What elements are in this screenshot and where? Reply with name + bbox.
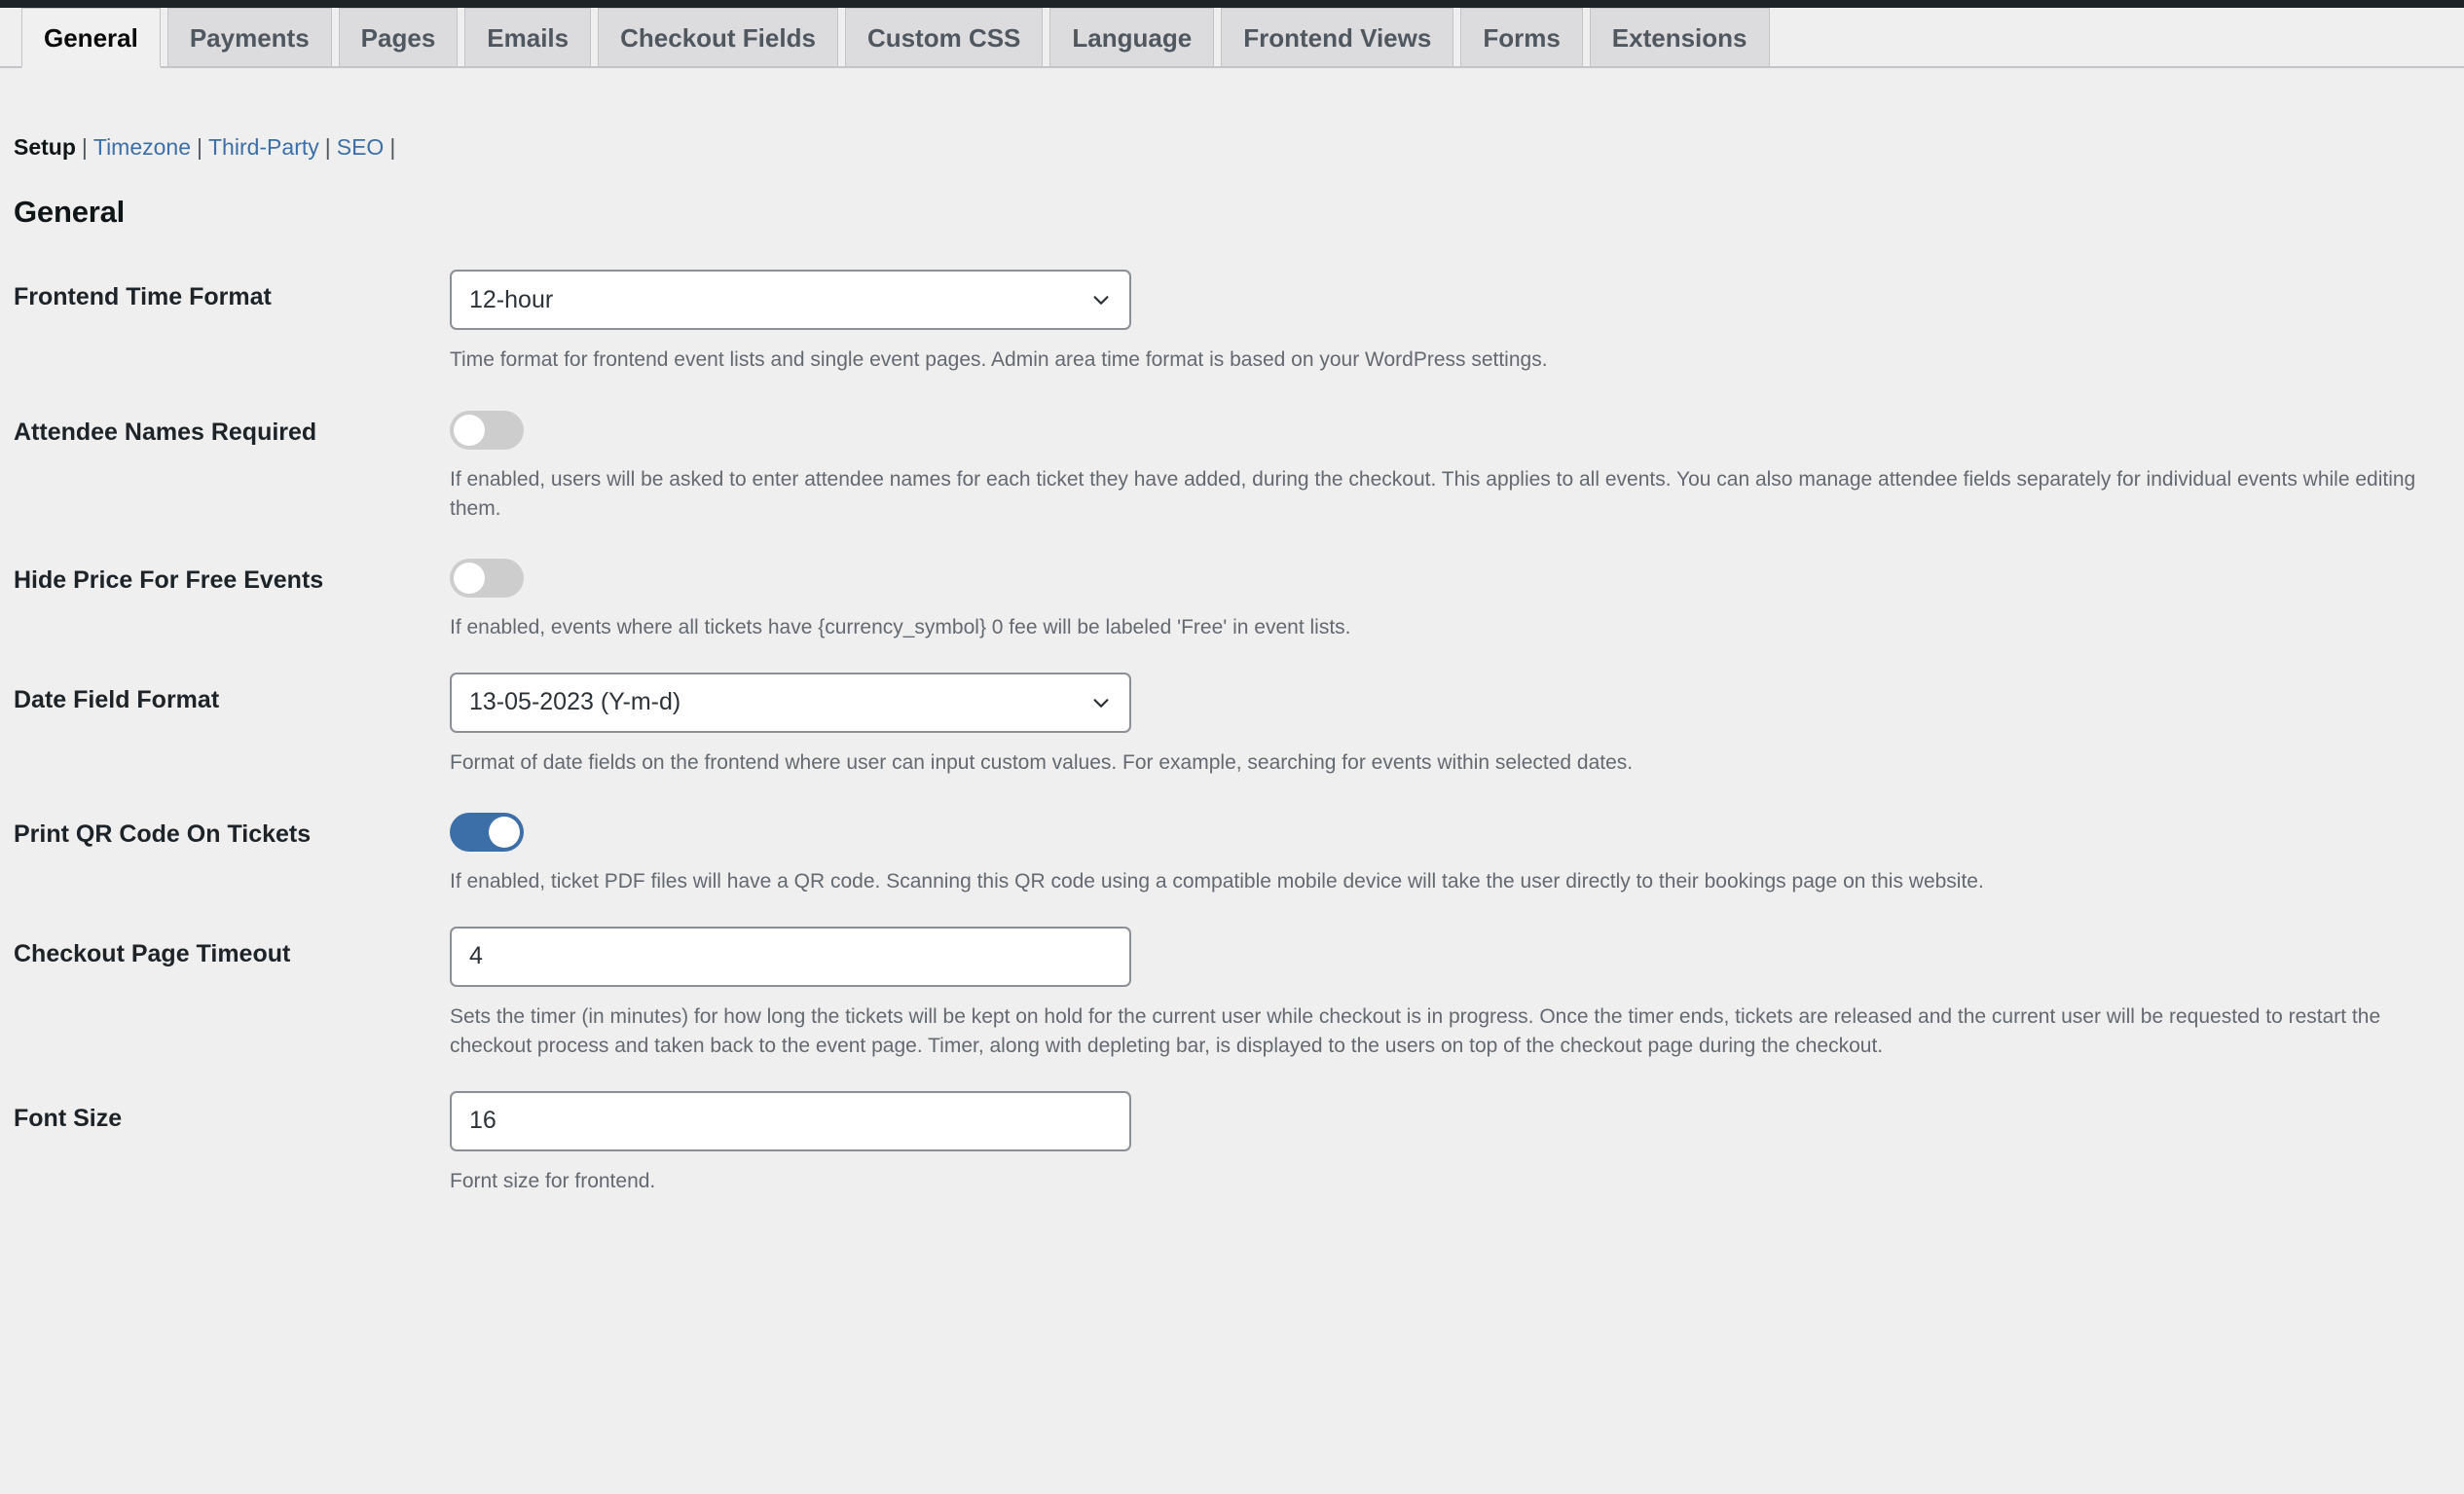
- desc-frontend-time-format: Time format for frontend event lists and…: [450, 348, 1548, 372]
- toggle-knob: [489, 817, 520, 849]
- tab-forms[interactable]: Forms: [1460, 8, 1583, 66]
- chevron-down-icon: [1090, 692, 1112, 713]
- row-date-field-format: Date Field Format 13-05-2023 (Y-m-d) For…: [14, 661, 2450, 795]
- label-print-qr-code: Print QR Code On Tickets: [14, 820, 312, 849]
- tab-custom-css[interactable]: Custom CSS: [844, 8, 1044, 66]
- field-cell-font-size: Fornt size for frontend.: [450, 1079, 2450, 1214]
- row-font-size: Font Size Fornt size for frontend.: [14, 1079, 2450, 1214]
- field-cell-print-qr-code: If enabled, ticket PDF files will have a…: [450, 795, 2450, 914]
- field-cell-checkout-page-timeout: Sets the timer (in minutes) for how long…: [450, 915, 2450, 1079]
- row-checkout-page-timeout: Checkout Page Timeout Sets the timer (in…: [14, 915, 2450, 1079]
- subnav-separator-2: |: [197, 134, 202, 160]
- hide-price-free-events-toggle[interactable]: [450, 559, 524, 599]
- tab-list: General Payments Pages Emails Checkout Field…: [0, 8, 2464, 68]
- frontend-time-format-value: 12-hour: [469, 285, 554, 313]
- settings-content: Setup | Timezone | Third-Party | SEO | G…: [0, 68, 2464, 1494]
- page-title: General: [14, 195, 126, 229]
- tab-payments[interactable]: Payments: [166, 8, 332, 66]
- label-hide-price-free-events: Hide Price For Free Events: [14, 566, 324, 595]
- subnav-item-timezone[interactable]: Timezone: [93, 136, 191, 159]
- desc-print-qr-code: If enabled, ticket PDF files will have a…: [450, 870, 1984, 893]
- label-checkout-page-timeout: Checkout Page Timeout: [14, 939, 291, 967]
- subnav-separator-3: |: [324, 134, 331, 160]
- field-cell-date-field-format: 13-05-2023 (Y-m-d) Format of date fields…: [450, 661, 2450, 795]
- desc-font-size: Fornt size for frontend.: [450, 1169, 656, 1192]
- print-qr-code-toggle[interactable]: [450, 813, 524, 853]
- subnav-item-third-party[interactable]: Third-Party: [208, 136, 319, 159]
- toggle-knob: [454, 563, 485, 595]
- settings-form-table: Frontend Time Format 12-hour Time format…: [14, 258, 2450, 1214]
- label-date-field-format: Date Field Format: [14, 685, 220, 713]
- tab-emails[interactable]: Emails: [464, 8, 592, 66]
- label-cell-date-field-format: Date Field Format: [14, 661, 450, 716]
- field-cell-attendee-names-required: If enabled, users will be asked to enter…: [450, 393, 2450, 542]
- desc-checkout-page-timeout: Sets the timer (in minutes) for how long…: [450, 1004, 2381, 1058]
- label-cell-attendee-names-required: Attendee Names Required: [14, 393, 450, 449]
- tab-pages[interactable]: Pages: [338, 8, 459, 66]
- label-cell-font-size: Font Size: [14, 1079, 450, 1135]
- subnav-separator-1: |: [81, 134, 88, 160]
- tab-general[interactable]: General: [21, 8, 161, 68]
- label-attendee-names-required: Attendee Names Required: [14, 418, 317, 446]
- tab-frontend-views[interactable]: Frontend Views: [1221, 8, 1454, 66]
- checkout-page-timeout-input[interactable]: [450, 926, 1131, 987]
- frontend-time-format-select[interactable]: 12-hour: [450, 270, 1131, 331]
- label-cell-print-qr-code: Print QR Code On Tickets: [14, 795, 450, 851]
- font-size-input[interactable]: [450, 1090, 1131, 1151]
- row-attendee-names-required: Attendee Names Required If enabled, user…: [14, 393, 2450, 542]
- label-cell-hide-price-free-events: Hide Price For Free Events: [14, 541, 450, 597]
- attendee-names-required-toggle[interactable]: [450, 410, 524, 450]
- label-frontend-time-format: Frontend Time Format: [14, 283, 272, 311]
- desc-attendee-names-required: If enabled, users will be asked to enter…: [450, 467, 2416, 520]
- date-field-format-value: 13-05-2023 (Y-m-d): [469, 688, 681, 716]
- label-font-size: Font Size: [14, 1104, 123, 1132]
- label-cell-checkout-page-timeout: Checkout Page Timeout: [14, 915, 450, 970]
- desc-hide-price-free-events: If enabled, events where all tickets hav…: [450, 616, 1351, 639]
- field-cell-frontend-time-format: 12-hour Time format for frontend event l…: [450, 258, 2450, 392]
- toggle-knob: [454, 414, 485, 446]
- date-field-format-select[interactable]: 13-05-2023 (Y-m-d): [450, 672, 1131, 733]
- tab-extensions[interactable]: Extensions: [1589, 8, 1770, 66]
- field-cell-hide-price-free-events: If enabled, events where all tickets hav…: [450, 541, 2450, 660]
- subnav-separator-4: |: [389, 134, 396, 160]
- row-hide-price-free-events: Hide Price For Free Events If enabled, e…: [14, 541, 2450, 660]
- label-cell-frontend-time-format: Frontend Time Format: [14, 258, 450, 313]
- row-frontend-time-format: Frontend Time Format 12-hour Time format…: [14, 258, 2450, 392]
- subnav-item-seo[interactable]: SEO: [337, 136, 385, 159]
- subnav-item-setup[interactable]: Setup: [14, 136, 76, 159]
- tab-checkout-fields[interactable]: Checkout Fields: [598, 8, 838, 66]
- tab-language[interactable]: Language: [1049, 8, 1215, 66]
- subnav: Setup | Timezone | Third-Party | SEO |: [14, 68, 2450, 159]
- settings-tab-strip: General Payments Pages Emails Checkout Field…: [0, 8, 2464, 68]
- admin-bar: [0, 0, 2464, 8]
- row-print-qr-code: Print QR Code On Tickets If enabled, tic…: [14, 795, 2450, 914]
- desc-date-field-format: Format of date fields on the frontend wh…: [450, 750, 1634, 774]
- chevron-down-icon: [1090, 289, 1112, 310]
